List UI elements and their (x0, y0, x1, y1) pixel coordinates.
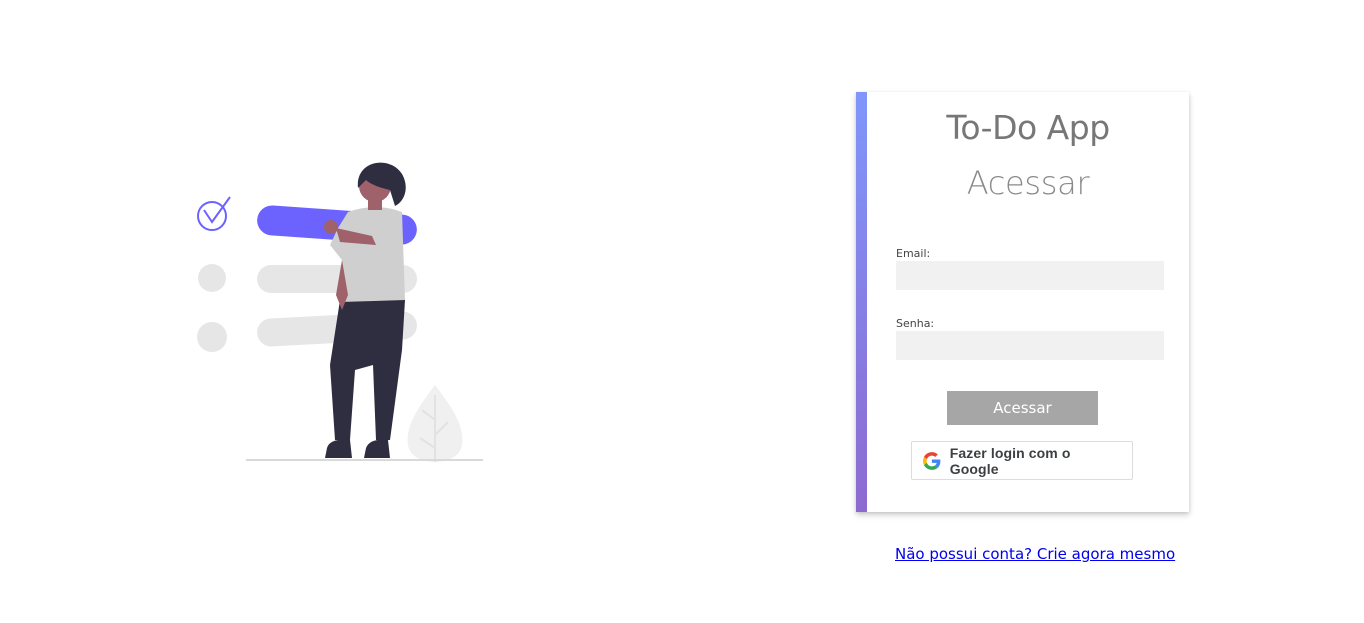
email-field[interactable] (896, 261, 1164, 290)
login-heading: Acessar (966, 164, 1090, 202)
password-field[interactable] (896, 331, 1164, 360)
google-icon (923, 451, 941, 470)
login-card: To-Do App Acessar Email: Senha: Acessar … (856, 92, 1189, 512)
login-submit-button[interactable]: Acessar (947, 391, 1098, 425)
todo-illustration (197, 162, 483, 462)
google-login-label: Fazer login com o Google (949, 444, 1071, 477)
bullet-icon (197, 322, 227, 352)
login-page: To-Do App Acessar Email: Senha: Acessar … (0, 0, 1364, 623)
app-title: To-Do App (946, 108, 1110, 147)
bullet-icon (198, 264, 226, 292)
password-label: Senha: (896, 317, 935, 330)
check-circle-icon (197, 196, 231, 231)
signup-link[interactable]: Não possui conta? Crie agora mesmo (895, 545, 1175, 563)
google-login-button[interactable]: Fazer login com o Google (911, 441, 1133, 480)
card-accent-bar (856, 92, 867, 512)
email-label: Email: (896, 247, 931, 260)
